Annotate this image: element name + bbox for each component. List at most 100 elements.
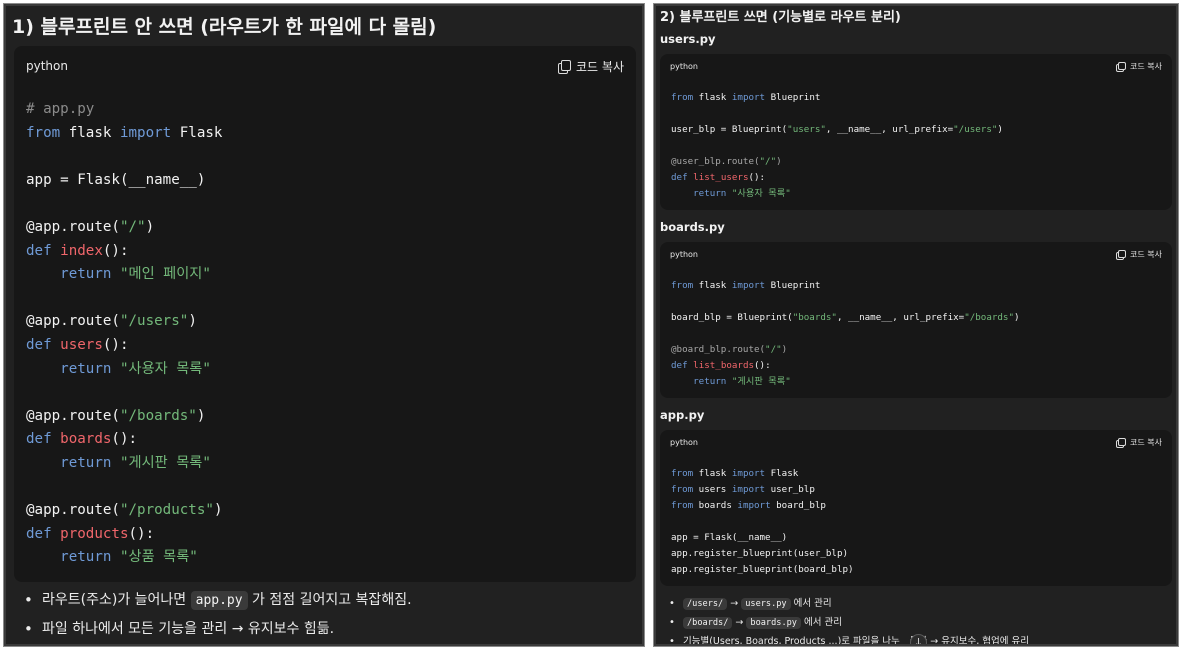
code-line: app.register_blueprint(board_blp) [671,564,854,575]
code-keyword: from [671,280,694,291]
inline-code: /users/ [683,598,728,610]
code-line: from flask import Blueprint [671,92,820,103]
code-line: from flask import Flask [26,125,222,141]
code-text: board_blp [770,500,826,511]
code-keyword: def [671,172,688,183]
code-keyword: def [26,242,52,259]
file-label-boards-py: boards.py [660,220,725,234]
code-language-label: python [670,61,698,71]
code-keyword: def [26,431,52,448]
code-text: user_blp = Blueprint( [671,124,788,135]
code-line: return "게시판 목록" [26,455,211,471]
code-text: @app.route( [26,407,120,424]
code-text: , __name__, url_prefix= [836,312,965,323]
bullet-list: 라우트(주소)가 늘어나면 app.py 가 점점 길어지고 복잡해짐. 파일 하… [22,586,412,644]
copy-code-label: 코드 복사 [1130,249,1162,259]
code-string: "/" [119,218,146,235]
code-function: users [60,336,103,353]
bullet-text: → [732,617,747,628]
code-content: from flask import Flask from users impor… [671,466,854,578]
file-label-app-py: app.py [660,408,705,422]
code-decorator: ) [781,344,788,355]
code-text: @app.route( [26,313,120,330]
code-string: "users" [787,124,826,135]
bullet-item: /users/ → users.py 에서 관리 [668,594,1029,613]
code-decorator: @user_blp.route( [671,156,760,167]
code-keyword: return [60,454,112,471]
code-language-label: python [670,437,698,447]
code-line: @board_blp.route("/") [671,344,787,355]
code-text: ) [196,407,206,424]
code-line: @app.route("/products") [26,502,222,518]
code-keyword: import [731,468,766,479]
bullet-list: /users/ → users.py 에서 관리/boards/ → board… [668,594,1029,646]
bullet-item: 파일 하나에서 모든 기능을 관리 → 유지보수 힘듦. [22,615,412,644]
bullet-item: 라우트(주소)가 늘어나면 app.py 가 점점 길어지고 복잡해짐. [22,586,412,615]
code-string: "게시판 목록" [731,376,791,387]
code-keyword: return [60,266,112,283]
code-keyword: from [671,468,694,479]
bullet-text: 라우트(주소)가 늘어나면 [42,592,191,608]
code-text: users [693,484,732,495]
code-keyword: def [671,360,688,371]
code-string: "/boards" [964,312,1014,323]
code-text: (): [754,360,771,371]
scroll-down-button[interactable]: ↓ [910,634,927,646]
code-string: "메인 페이지" [119,266,211,283]
copy-code-button[interactable]: 코드 복사 [1116,437,1162,448]
code-line: user_blp = Blueprint("users", __name__, … [671,124,1003,135]
code-text: Blueprint [765,280,821,291]
section-title: 1) 블루프린트 안 쓰면 (라우트가 한 파일에 다 몰림) [12,16,437,38]
code-block-header: python 코드 복사 [14,46,636,86]
code-block-header: python 코드 복사 [660,54,1172,78]
code-line: def list_users(): [671,172,765,183]
code-string: "/boards" [119,407,197,424]
code-function: products [60,525,129,542]
code-text: (): [128,525,155,542]
code-line: from flask import Blueprint [671,280,820,291]
code-keyword: import [731,484,766,495]
code-text: (): [748,172,766,183]
copy-icon [1116,249,1127,260]
inline-code: users.py [741,598,791,610]
code-string: "상품 목록" [119,549,198,566]
code-text: app = Flask(__name__) [671,532,788,543]
bullet-text: 듈화 → 유지보수, 협업에 유리 [909,636,1029,646]
copy-code-label: 코드 복사 [576,59,624,74]
copy-code-button[interactable]: 코드 복사 [558,58,624,75]
code-function: list_boards [693,360,755,371]
bullet-text: 파일 하나에서 모든 기능을 관리 → 유지보수 힘듦. [42,621,335,637]
code-text: flask [693,92,732,103]
copy-code-label: 코드 복사 [1130,61,1162,71]
code-keyword: return [60,360,112,377]
arrow-down-icon: ↓ [913,636,924,646]
code-string: "/" [759,156,777,167]
code-line: from flask import Flask [671,468,798,479]
code-text: , __name__, url_prefix= [825,124,954,135]
bullet-text: 기능별(Users, Boards, Products ...)로 파일을 나누 [683,636,900,646]
code-keyword: return [693,376,727,387]
code-keyword: from [671,92,694,103]
code-keyword: from [671,484,694,495]
code-line: def users(): [26,337,129,353]
code-line: return "메인 페이지" [26,266,211,282]
copy-code-button[interactable]: 코드 복사 [1116,61,1162,72]
code-text: app.register_blueprint(user_blp) [671,548,849,559]
code-text: Flask [765,468,799,479]
code-line: app = Flask(__name__) [671,532,787,543]
code-text: @app.route( [26,502,120,519]
code-string: "/users" [953,124,998,135]
code-line: @app.route("/users") [26,313,197,329]
code-block-boards-py: python 코드 복사 from flask import Blueprint… [660,242,1172,398]
copy-code-button[interactable]: 코드 복사 [1116,249,1162,260]
code-function: index [60,242,103,259]
code-text: ) [145,218,155,235]
code-string: "/" [765,344,782,355]
copy-icon [558,59,572,74]
